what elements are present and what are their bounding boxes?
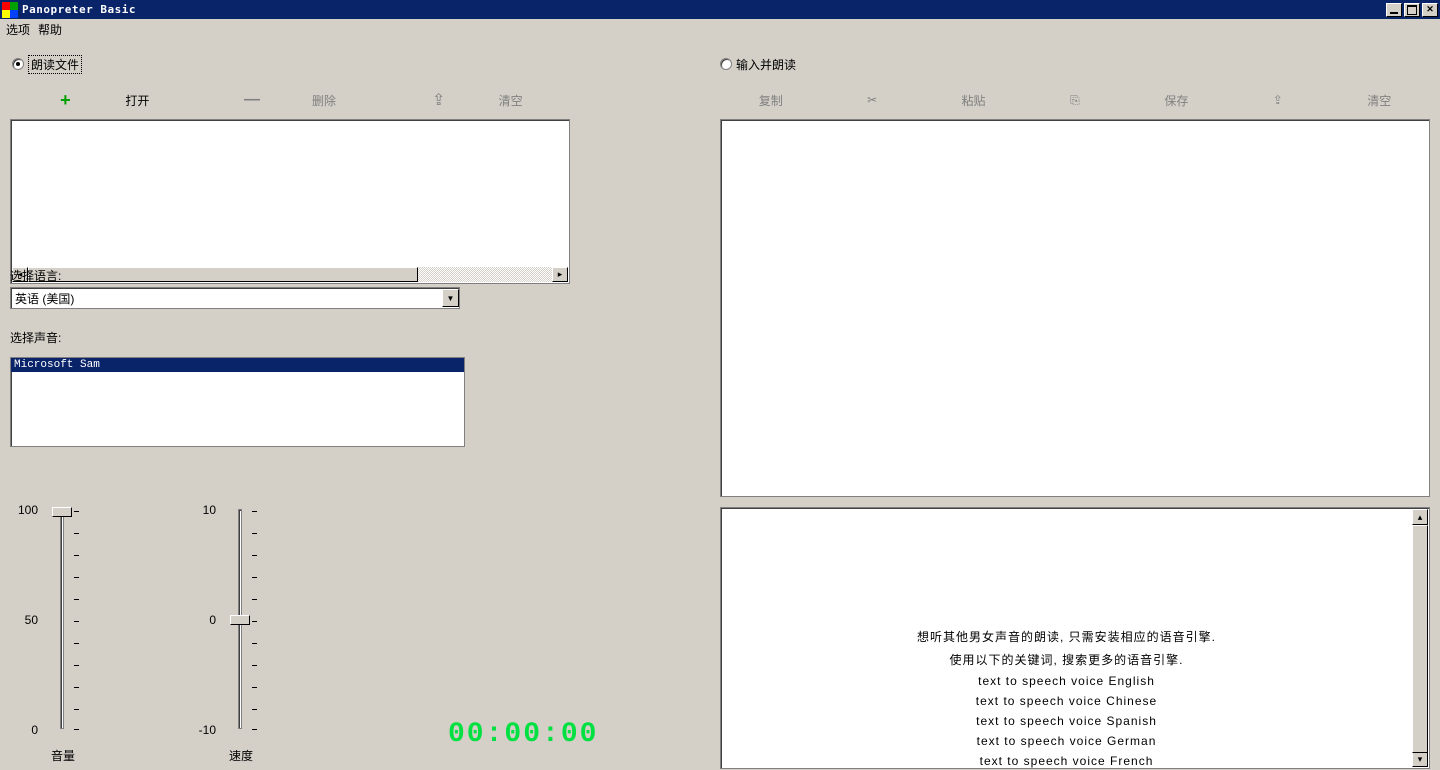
minus-icon: —	[244, 92, 260, 108]
copy-label: 复制	[759, 92, 783, 109]
app-icon	[2, 2, 18, 18]
scroll-right-button[interactable]: ▸	[552, 267, 568, 282]
paste-label: 粘贴	[962, 92, 986, 109]
slider-track	[60, 509, 64, 729]
menu-bar: 选项 帮助	[0, 19, 1440, 39]
left-toolbar: + 打开 — 删除 ⇪ 清空	[10, 85, 570, 115]
radio-icon	[12, 58, 24, 70]
mode-read-files[interactable]: 朗读文件	[12, 55, 82, 73]
chevron-down-icon[interactable]: ▼	[442, 289, 459, 307]
speed-caption: 速度	[196, 747, 286, 764]
save-button[interactable]: 保存	[1126, 85, 1227, 115]
timer-display: 00:00:00	[448, 719, 598, 750]
info-keyword: text to speech voice Spanish	[976, 714, 1157, 728]
speed-max-label: 10	[188, 503, 216, 517]
clear-left-label: 清空	[499, 92, 523, 109]
export-right-button[interactable]: ⇪	[1227, 85, 1328, 115]
mode-type-and-read-label: 输入并朗读	[736, 56, 796, 73]
volume-mid-label: 50	[10, 613, 38, 627]
radio-icon	[720, 58, 732, 70]
choose-language-label: 选择语言:	[10, 267, 61, 284]
content-area: 朗读文件 输入并朗读 + 打开 — 删除 ⇪ 清空 ◂ ▸	[0, 39, 1440, 770]
file-list[interactable]: ◂ ▸	[10, 119, 570, 284]
speed-slider-thumb[interactable]	[230, 615, 250, 625]
horizontal-scrollbar[interactable]: ◂ ▸	[12, 267, 568, 282]
insert-button[interactable]: ⎘	[1024, 85, 1125, 115]
delete-button[interactable]: — 删除	[197, 85, 384, 115]
volume-slider-thumb[interactable]	[52, 507, 72, 517]
scrollbar-thumb[interactable]	[1412, 525, 1428, 753]
volume-max-label: 100	[10, 503, 38, 517]
scrollbar-thumb[interactable]	[28, 267, 418, 282]
scroll-up-button[interactable]: ▴	[1412, 509, 1428, 525]
export-icon: ⇪	[1273, 93, 1283, 107]
info-line: 想听其他男女声音的朗读, 只需安装相应的语音引擎.	[917, 628, 1216, 645]
info-panel: 想听其他男女声音的朗读, 只需安装相应的语音引擎. 使用以下的关键词, 搜索更多…	[720, 507, 1430, 769]
voice-list-item[interactable]: Microsoft Sam	[11, 358, 464, 372]
choose-voice-label: 选择声音:	[10, 329, 61, 346]
insert-icon: ⎘	[1070, 93, 1080, 108]
cut-button[interactable]: ✂	[821, 85, 922, 115]
info-content: 想听其他男女声音的朗读, 只需安装相应的语音引擎. 使用以下的关键词, 搜索更多…	[722, 509, 1411, 767]
close-button[interactable]	[1422, 3, 1438, 17]
voice-list[interactable]: Microsoft Sam	[10, 357, 465, 447]
mode-read-files-label: 朗读文件	[28, 55, 82, 74]
right-toolbar: 复制 ✂ 粘贴 ⎘ 保存 ⇪ 清空	[720, 85, 1430, 115]
minimize-button[interactable]	[1386, 3, 1402, 17]
plus-icon: +	[57, 92, 73, 108]
open-label: 打开	[125, 92, 149, 109]
info-keyword: text to speech voice Chinese	[976, 694, 1157, 708]
window-title: Panopreter Basic	[22, 3, 136, 16]
save-label: 保存	[1164, 92, 1188, 109]
paste-button[interactable]: 粘贴	[923, 85, 1024, 115]
info-keyword: text to speech voice German	[977, 734, 1157, 748]
clear-right-button[interactable]: 清空	[1329, 85, 1430, 115]
volume-caption: 音量	[18, 747, 108, 764]
info-line: 使用以下的关键词, 搜索更多的语音引擎.	[949, 651, 1183, 668]
maximize-button[interactable]	[1404, 3, 1420, 17]
copy-button[interactable]: 复制	[720, 85, 821, 115]
cut-icon: ✂	[867, 93, 877, 107]
language-combo-value: 英语 (美国)	[11, 290, 442, 307]
speed-min-label: -10	[188, 723, 216, 737]
open-button[interactable]: + 打开	[10, 85, 197, 115]
clear-left-button[interactable]: ⇪ 清空	[383, 85, 570, 115]
vertical-scrollbar[interactable]: ▴ ▾	[1412, 509, 1428, 767]
clear-right-label: 清空	[1367, 92, 1391, 109]
speed-mid-label: 0	[188, 613, 216, 627]
delete-label: 删除	[312, 92, 336, 109]
info-keyword: text to speech voice French	[980, 754, 1154, 768]
title-bar: Panopreter Basic	[0, 0, 1440, 19]
language-combo[interactable]: 英语 (美国) ▼	[10, 287, 460, 309]
export-icon: ⇪	[431, 92, 447, 108]
scroll-down-button[interactable]: ▾	[1412, 751, 1428, 767]
mode-type-and-read[interactable]: 输入并朗读	[720, 55, 796, 73]
volume-min-label: 0	[10, 723, 38, 737]
info-keyword: text to speech voice English	[978, 674, 1155, 688]
text-input-area[interactable]	[720, 119, 1430, 497]
menu-help[interactable]: 帮助	[38, 21, 62, 38]
menu-options[interactable]: 选项	[6, 21, 30, 38]
